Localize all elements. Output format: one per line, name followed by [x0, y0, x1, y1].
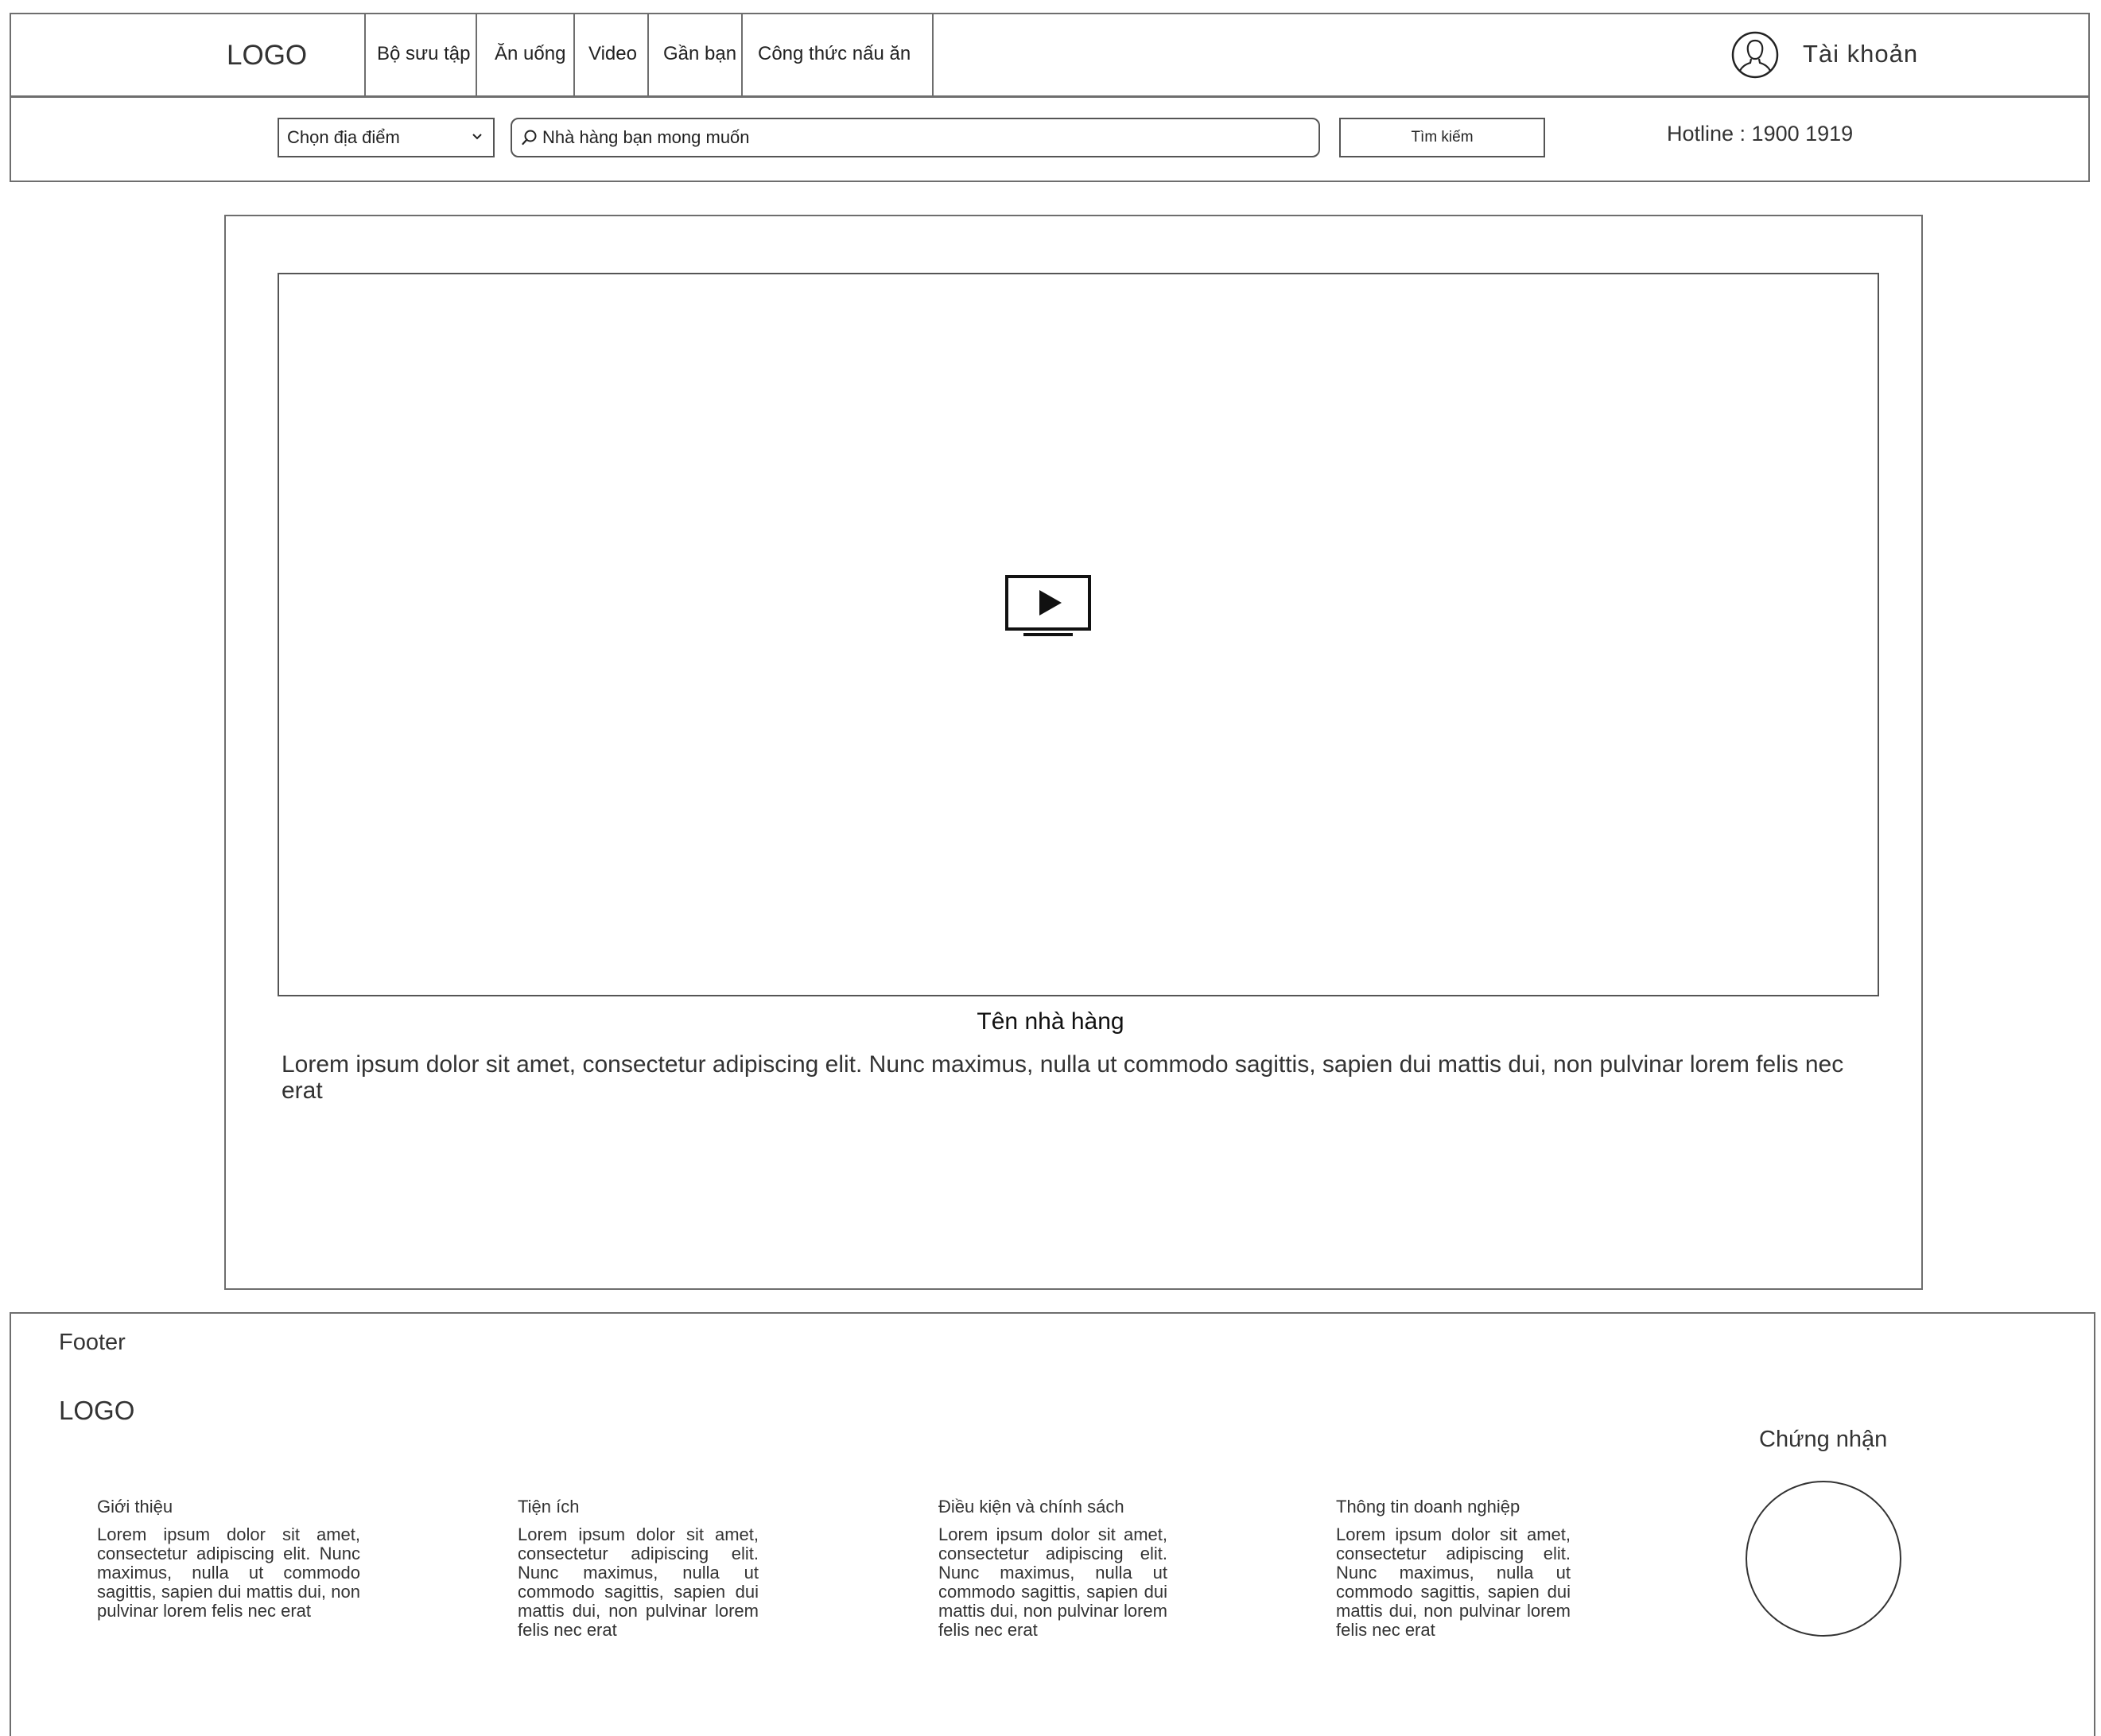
footer-column-utilities: Tiện ích Lorem ipsum dolor sit amet, con… [518, 1497, 759, 1640]
nav-divider [741, 13, 743, 97]
footer-column-about: Giới thiệu Lorem ipsum dolor sit amet, c… [97, 1497, 360, 1621]
footer-column-company-info: Thông tin doanh nghiệp Lorem ipsum dolor… [1336, 1497, 1571, 1640]
nav-item-video[interactable]: Video [588, 43, 637, 65]
certification-badge [1746, 1481, 1901, 1637]
footer-column-text: Lorem ipsum dolor sit amet, consectetur … [97, 1524, 360, 1621]
footer-column-text: Lorem ipsum dolor sit amet, consectetur … [518, 1524, 759, 1640]
nav-divider [476, 13, 477, 97]
search-icon [522, 130, 537, 146]
nav-item-recipes[interactable]: Công thức nấu ăn [758, 43, 911, 65]
nav-divider [932, 13, 934, 97]
footer-column-text: Lorem ipsum dolor sit amet, consectetur … [1336, 1524, 1571, 1640]
nav-divider [573, 13, 575, 97]
footer-column-text: Lorem ipsum dolor sit amet, consectetur … [938, 1524, 1167, 1640]
nav-item-collections[interactable]: Bộ sưu tập [377, 43, 470, 65]
tv-play-icon[interactable] [1004, 574, 1092, 639]
restaurant-description: Lorem ipsum dolor sit amet, consectetur … [282, 1051, 1844, 1104]
footer-logo[interactable]: LOGO [59, 1396, 134, 1426]
search-button[interactable]: Tìm kiếm [1339, 118, 1545, 157]
location-select-value: Chọn địa điểm [287, 127, 400, 147]
search-field[interactable] [511, 118, 1320, 157]
footer-column-heading[interactable]: Giới thiệu [97, 1497, 360, 1517]
user-avatar-icon[interactable] [1731, 31, 1779, 79]
account-link[interactable]: Tài khoản [1803, 40, 1918, 68]
restaurant-name: Tên nhà hàng [977, 1008, 1124, 1035]
footer-column-policies: Điều kiện và chính sách Lorem ipsum dolo… [938, 1497, 1167, 1640]
nav-item-food-drink[interactable]: Ăn uống [495, 43, 565, 65]
location-select[interactable]: Chọn địa điểm [278, 118, 495, 157]
nav-divider [647, 13, 649, 97]
footer-column-heading[interactable]: Điều kiện và chính sách [938, 1497, 1167, 1517]
certification-title: Chứng nhận [1759, 1427, 1888, 1452]
footer-column-heading[interactable]: Tiện ích [518, 1497, 759, 1517]
nav-divider [364, 13, 366, 97]
nav-item-nearby[interactable]: Gần bạn [663, 43, 736, 65]
chevron-down-icon [472, 134, 482, 140]
header-logo[interactable]: LOGO [227, 40, 307, 72]
search-input[interactable] [542, 127, 1306, 148]
footer-title: Footer [59, 1330, 126, 1355]
footer-column-heading[interactable]: Thông tin doanh nghiệp [1336, 1497, 1571, 1517]
hotline-text: Hotline : 1900 1919 [1667, 122, 1854, 146]
